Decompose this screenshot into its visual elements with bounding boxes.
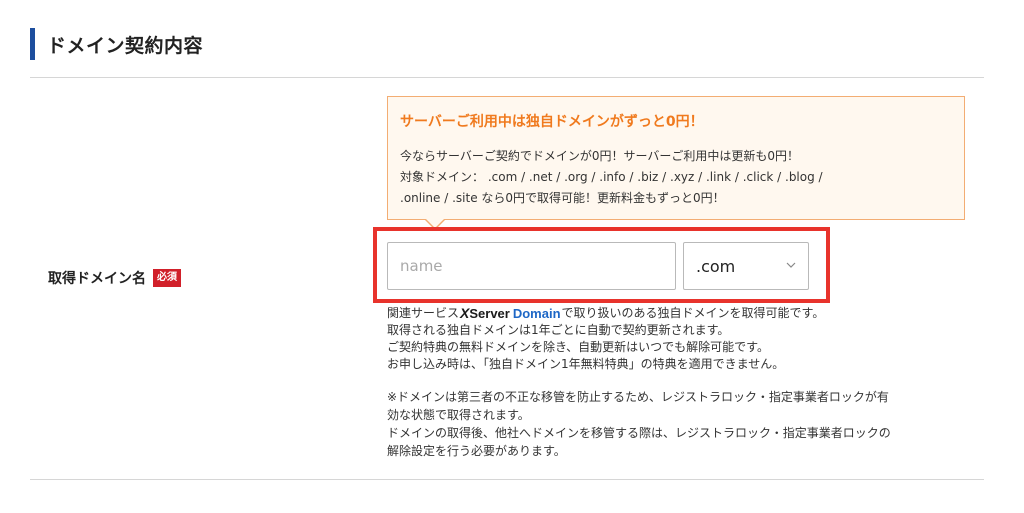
- notice-title: サーバーご利用中は独自ドメインがずっと0円！: [400, 114, 704, 130]
- domain-name-label-text: 取得ドメイン名: [48, 271, 146, 287]
- note-line: 効な状態で取得されます。: [387, 408, 530, 422]
- tld-selected-value: .com: [696, 256, 736, 276]
- domain-info-text: 関連サービス X Server Domain で取り扱いのある独自ドメインを取得可能…: [387, 305, 977, 373]
- registrar-lock-note: ※ドメインは第三者の不正な移管を防止するため、レジストラロック・指定事業者ロック…: [387, 388, 977, 460]
- notice-line: 対象ドメイン： .com / .net / .org / .info / .bi…: [400, 170, 823, 184]
- note-line: ドメインの取得後、他社へドメインを移管する際は、レジストラロック・指定事業者ロッ…: [387, 426, 891, 440]
- info-line: 関連サービス X Server Domain で取り扱いのある独自ドメインを取得可能…: [387, 305, 977, 322]
- info-line: 取得される独自ドメインは1年ごとに自動で契約更新されます。: [387, 323, 730, 337]
- info-line1-suffix: で取り扱いのある独自ドメインを取得可能です。: [561, 306, 825, 320]
- notice-line: .online / .site なら0円で取得可能！更新料金もずっと0円！: [400, 191, 725, 205]
- divider-top: [30, 77, 984, 78]
- domain-name-label: 取得ドメイン名 必須: [48, 268, 181, 288]
- free-domain-notice: サーバーご利用中は独自ドメインがずっと0円！ 今ならサーバーご契約でドメインが0…: [387, 96, 965, 220]
- section-accent-bar: [30, 28, 35, 60]
- info-line: お申し込み時は、「独自ドメイン1年無料特典」の特典を適用できません。: [387, 357, 785, 371]
- brand-server: Server: [469, 306, 510, 321]
- brand-domain: Domain: [512, 306, 561, 321]
- section-header: ドメイン契約内容: [30, 28, 203, 60]
- info-line: ご契約特典の無料ドメインを除き、自動更新はいつでも解除可能です。: [387, 340, 769, 354]
- xserver-domain-logo: X Server Domain: [460, 305, 561, 322]
- note-line: 解除設定を行う必要があります。: [387, 444, 566, 458]
- note-line: ※ドメインは第三者の不正な移管を防止するため、レジストラロック・指定事業者ロック…: [387, 390, 889, 404]
- section-title: ドメイン契約内容: [47, 34, 204, 57]
- notice-body: 今ならサーバーご契約でドメインが0円！サーバーご利用中は更新も0円！ 対象ドメイ…: [400, 146, 956, 209]
- notice-line: 今ならサーバーご契約でドメインが0円！サーバーご利用中は更新も0円！: [400, 149, 800, 163]
- info-line1-prefix: 関連サービス: [387, 306, 460, 320]
- domain-name-input[interactable]: [387, 242, 676, 290]
- required-badge: 必須: [153, 269, 181, 287]
- brand-x: X: [460, 305, 470, 321]
- tld-select[interactable]: .com: [683, 242, 809, 290]
- divider-bottom: [30, 479, 984, 480]
- chevron-down-icon: [786, 262, 796, 268]
